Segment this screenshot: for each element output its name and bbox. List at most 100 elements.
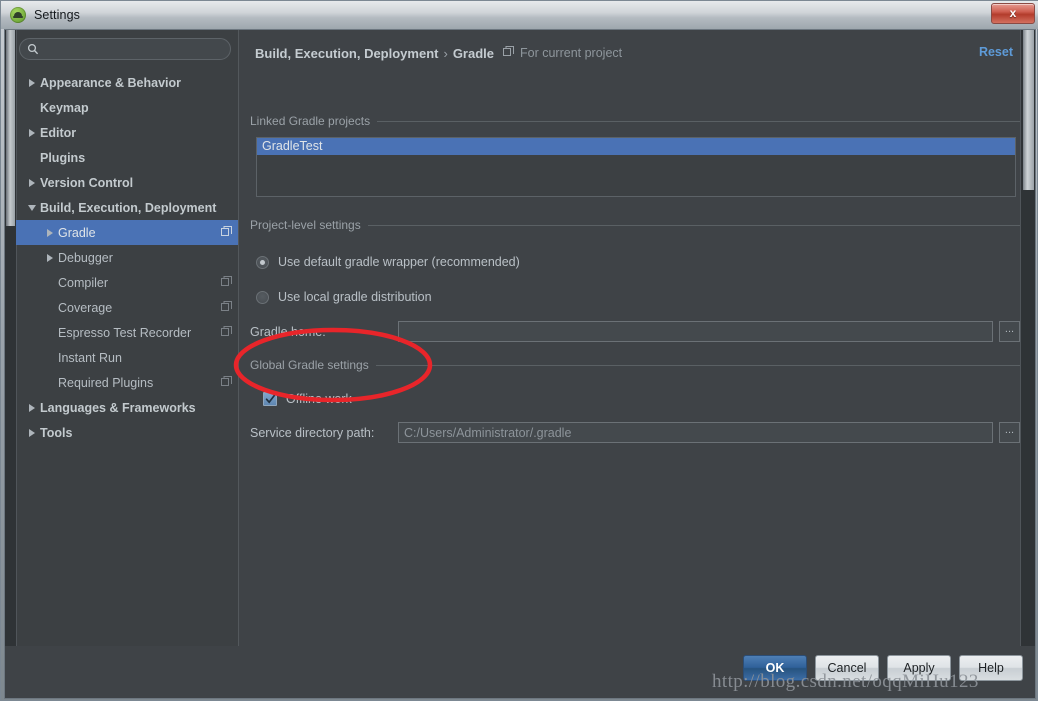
- global-settings-group-header: Global Gradle settings: [250, 358, 1020, 372]
- sidebar-item-label: Tools: [40, 425, 73, 440]
- breadcrumb-scope: For current project: [520, 46, 623, 60]
- sidebar-item-version-control[interactable]: Version Control: [16, 170, 238, 195]
- chevron-right-icon[interactable]: [24, 78, 40, 87]
- window-title: Settings: [34, 8, 80, 22]
- gradle-home-row: Gradle home: ...: [250, 321, 1020, 342]
- linked-projects-group-title: Linked Gradle projects: [250, 114, 371, 128]
- sidebar-item-label: Plugins: [40, 150, 86, 165]
- chevron-right-icon[interactable]: [42, 228, 58, 237]
- sidebar-item-languages-frameworks[interactable]: Languages & Frameworks: [16, 395, 238, 420]
- linked-projects-list[interactable]: GradleTest: [256, 137, 1016, 197]
- chevron-right-icon[interactable]: [24, 178, 40, 187]
- sidebar-item-label: Espresso Test Recorder: [58, 325, 192, 340]
- sidebar-item-keymap[interactable]: Keymap: [16, 95, 238, 120]
- chevron-right-icon[interactable]: [42, 253, 58, 262]
- sidebar-item-label: Compiler: [58, 275, 109, 290]
- stack-icon: [221, 274, 232, 292]
- stack-icon: [503, 44, 514, 62]
- sidebar-item-gradle[interactable]: Gradle: [16, 220, 238, 245]
- sidebar-item-debugger[interactable]: Debugger: [16, 245, 238, 270]
- sidebar-item-appearance-behavior[interactable]: Appearance & Behavior: [16, 70, 238, 95]
- sidebar-item-tools[interactable]: Tools: [16, 420, 238, 445]
- dialog-button-bar: OK Cancel Apply Help: [4, 646, 1036, 699]
- help-button[interactable]: Help: [959, 655, 1023, 681]
- sidebar-item-coverage[interactable]: Coverage: [16, 295, 238, 320]
- sidebar-item-build-execution-deployment[interactable]: Build, Execution, Deployment: [16, 195, 238, 220]
- reset-link[interactable]: Reset: [979, 45, 1013, 59]
- content-scrollbar-thumb[interactable]: [1023, 30, 1034, 190]
- gradle-home-browse-button[interactable]: ...: [999, 321, 1020, 342]
- sidebar-item-label: Coverage: [58, 300, 113, 315]
- chevron-down-icon[interactable]: [24, 204, 40, 211]
- sidebar-item-label: Build, Execution, Deployment: [40, 200, 217, 215]
- project-level-group-header: Project-level settings: [250, 218, 1020, 232]
- window-titlebar: Settings x: [1, 1, 1038, 29]
- sidebar-item-label: Version Control: [40, 175, 134, 190]
- sidebar-item-plugins[interactable]: Plugins: [16, 145, 238, 170]
- sidebar-item-required-plugins[interactable]: Required Plugins: [16, 370, 238, 395]
- service-directory-browse-button[interactable]: ...: [999, 422, 1020, 443]
- close-icon[interactable]: x: [991, 3, 1035, 24]
- breadcrumb-current: Gradle: [452, 45, 494, 61]
- offline-work-label: Offline work: [286, 392, 352, 406]
- search-box[interactable]: [19, 38, 231, 60]
- breadcrumb-separator: ›: [443, 45, 448, 61]
- stack-icon: [221, 324, 232, 342]
- linked-projects-group-header: Linked Gradle projects: [250, 114, 1020, 128]
- radio-use-local-distribution[interactable]: Use local gradle distribution: [256, 290, 432, 304]
- divider: [375, 364, 1020, 366]
- settings-window: Settings x Appearance & Behavior Keymap …: [0, 0, 1038, 701]
- dialog-body: Appearance & Behavior Keymap Editor Plugins…: [4, 29, 1036, 671]
- service-directory-label: Service directory path:: [250, 425, 375, 440]
- screenshot-root: Settings x Appearance & Behavior Keymap …: [0, 0, 1038, 701]
- search-icon: [27, 43, 39, 55]
- dialog-buttons: OK Cancel Apply Help: [743, 655, 1023, 681]
- sidebar-item-compiler[interactable]: Compiler: [16, 270, 238, 295]
- radio-button-selected[interactable]: [256, 255, 269, 269]
- sidebar-item-label: Appearance & Behavior: [40, 75, 182, 90]
- list-item[interactable]: GradleTest: [257, 138, 1015, 155]
- breadcrumb-parent[interactable]: Build, Execution, Deployment: [255, 46, 438, 61]
- offline-work-checkbox[interactable]: [263, 392, 277, 406]
- settings-content: Build, Execution, Deployment › Gradle Fo…: [239, 30, 1035, 670]
- chevron-right-icon[interactable]: [24, 428, 40, 437]
- offline-work-row[interactable]: Offline work: [263, 392, 352, 406]
- stack-icon: [221, 299, 232, 317]
- gradle-home-input[interactable]: [398, 321, 993, 342]
- settings-tree: Appearance & Behavior Keymap Editor Plugins…: [16, 70, 238, 445]
- sidebar-item-label: Gradle: [58, 225, 96, 240]
- search-input[interactable]: [44, 42, 224, 56]
- sidebar-item-label: Editor: [40, 125, 77, 140]
- sidebar-item-espresso-test-recorder[interactable]: Espresso Test Recorder: [16, 320, 238, 345]
- radio-button-unselected[interactable]: [256, 290, 269, 304]
- breadcrumb: Build, Execution, Deployment › Gradle Fo…: [255, 44, 622, 62]
- radio-label: Use local gradle distribution: [278, 290, 432, 304]
- project-level-group-title: Project-level settings: [250, 218, 361, 232]
- radio-use-default-wrapper[interactable]: Use default gradle wrapper (recommended): [256, 255, 520, 269]
- sidebar-item-label: Required Plugins: [58, 375, 154, 390]
- apply-button[interactable]: Apply: [887, 655, 951, 681]
- stack-icon: [221, 224, 232, 242]
- ok-button[interactable]: OK: [743, 655, 807, 681]
- sidebar-item-label: Debugger: [58, 250, 113, 265]
- service-directory-input[interactable]: [398, 422, 993, 443]
- divider: [367, 224, 1020, 226]
- sidebar-item-instant-run[interactable]: Instant Run: [16, 345, 238, 370]
- sidebar-item-editor[interactable]: Editor: [16, 120, 238, 145]
- cancel-button[interactable]: Cancel: [815, 655, 879, 681]
- sidebar-item-label: Instant Run: [58, 350, 122, 365]
- chevron-right-icon[interactable]: [24, 403, 40, 412]
- service-directory-row: Service directory path: ...: [250, 422, 1020, 443]
- chevron-right-icon[interactable]: [24, 128, 40, 137]
- sidebar-item-label: Languages & Frameworks: [40, 400, 196, 415]
- sidebar-scrollbar-thumb[interactable]: [6, 30, 15, 226]
- content-scrollbar[interactable]: [1020, 30, 1035, 670]
- divider: [377, 120, 1020, 122]
- check-icon: [265, 394, 276, 404]
- android-studio-icon: [10, 7, 26, 23]
- sidebar-item-label: Keymap: [40, 100, 89, 115]
- stack-icon: [221, 374, 232, 392]
- global-settings-group-title: Global Gradle settings: [250, 358, 369, 372]
- radio-label: Use default gradle wrapper (recommended): [278, 255, 520, 269]
- settings-sidebar: Appearance & Behavior Keymap Editor Plugins…: [5, 30, 239, 670]
